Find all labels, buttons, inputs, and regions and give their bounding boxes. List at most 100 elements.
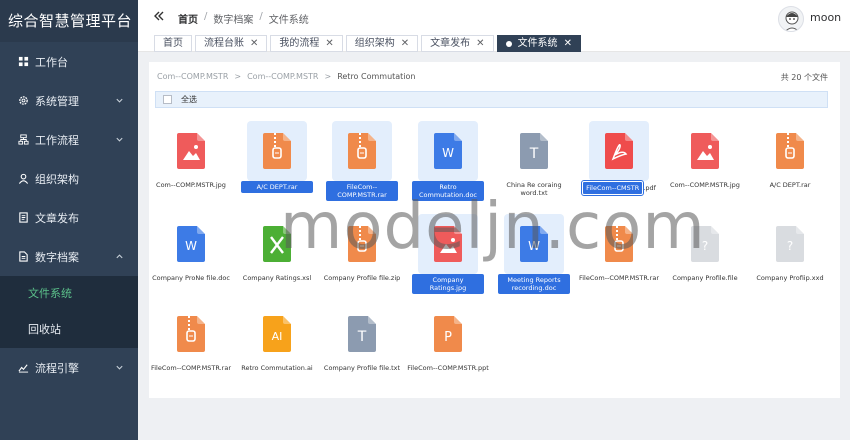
close-icon[interactable]: ✕	[401, 36, 409, 51]
sidebar-item-label: 工作台	[35, 55, 68, 69]
sidebar-item[interactable]: 数字档案	[0, 237, 138, 276]
file-name: Com--COMP.MSTR.jpg	[149, 181, 233, 189]
tab-tag[interactable]: 组织架构 ✕	[345, 35, 419, 52]
file-count: 共 20 个文件	[780, 73, 828, 82]
file-name-text: Meeting Reports recording.doc	[498, 274, 570, 294]
sidebar-subitem[interactable]: 回收站	[0, 312, 138, 348]
file-item[interactable]: ? Company Profiip.xxd	[748, 214, 832, 304]
file-name-text: Company Ratings.xsl	[242, 274, 312, 282]
file-name-text: Com--COMP.MSTR.jpg	[156, 181, 226, 189]
image-file-icon	[675, 121, 735, 181]
tab-tag[interactable]: 首页	[154, 35, 192, 52]
gear-icon	[17, 95, 29, 107]
tab-tag-label: 我的流程	[279, 38, 320, 49]
text-file-icon: T	[332, 304, 392, 364]
breadcrumb-filesystem: 文件系统	[268, 15, 309, 26]
tab-tag[interactable]: 我的流程 ✕	[270, 35, 343, 52]
file-item[interactable]: FileCom--COMP.MSTR.rar	[577, 214, 661, 304]
username[interactable]: moon	[810, 11, 841, 24]
file-item[interactable]: A/C DEPT.rar	[748, 121, 832, 211]
archive-file-icon	[760, 121, 820, 181]
close-icon[interactable]: ✕	[564, 36, 572, 51]
sidebar-item[interactable]: 工作台	[0, 42, 138, 81]
chevron-down-icon	[116, 137, 123, 142]
file-name-text: Company Profiip.xxd	[756, 274, 824, 282]
tab-tag-label: 首页	[163, 38, 183, 49]
sidebar-item[interactable]: 流程引擎	[0, 348, 138, 387]
sidebar-item[interactable]: 组织架构	[0, 159, 138, 198]
rename-input[interactable]: FileCom--CMSTR	[581, 180, 645, 196]
file-item[interactable]: Company Ratings.xsl	[235, 214, 319, 304]
sidebar-item[interactable]: 系统管理	[0, 81, 138, 120]
ai-file-icon: AI	[247, 304, 307, 364]
word-file-icon: W	[161, 214, 221, 274]
archive-file-icon	[589, 214, 649, 274]
file-item[interactable]: FileCom--COMP.MSTR.rar	[320, 121, 404, 211]
excel-file-icon	[247, 214, 307, 274]
sidebar-item[interactable]: 文章发布	[0, 198, 138, 237]
file-item[interactable]: W Retro Commutation.doc	[406, 121, 490, 211]
workflow-icon	[17, 134, 29, 146]
engine-icon	[17, 362, 29, 374]
file-item[interactable]: Com--COMP.MSTR.jpg	[149, 121, 233, 211]
file-name: Retro Commutation.doc	[406, 181, 490, 201]
breadcrumb-archive[interactable]: 数字档案	[213, 11, 253, 26]
file-name-text: FileCom--COMP.MSTR.rar	[326, 181, 398, 201]
chevron-up-icon	[116, 254, 123, 259]
breadcrumb: 首页 / 数字档案 / 文件系统	[178, 11, 309, 26]
file-item[interactable]: T Company Profile file.txt	[320, 304, 404, 394]
file-item[interactable]: FileCom--COMP.MSTR.rar	[149, 304, 233, 394]
close-icon[interactable]: ✕	[325, 36, 333, 51]
document-icon	[17, 212, 29, 224]
path-segment[interactable]: Com--COMP.MSTR	[157, 72, 228, 81]
file-name-text: Company Ratings.jpg	[412, 274, 484, 294]
unknown-file-icon: ?	[675, 214, 735, 274]
file-item[interactable]: Com--COMP.MSTR.jpg	[663, 121, 747, 211]
breadcrumb-home[interactable]: 首页	[178, 11, 198, 26]
word-file-icon: W	[418, 121, 478, 181]
file-name-text: Company Profile.file	[672, 274, 738, 282]
file-item[interactable]: A/C DEPT.rar	[235, 121, 319, 211]
archive-file-icon	[332, 214, 392, 274]
unknown-file-icon: ?	[760, 214, 820, 274]
file-item[interactable]: FileCom--CMSTR .pdf	[577, 121, 661, 211]
file-item[interactable]: Company Ratings.jpg	[406, 214, 490, 304]
sidebar-subitem[interactable]: 文件系统	[0, 276, 138, 312]
sidebar-item[interactable]: 工作流程	[0, 120, 138, 159]
file-name[interactable]: FileCom--CMSTR .pdf	[577, 180, 661, 196]
tab-tag-label: 文章发布	[430, 38, 471, 49]
file-item[interactable]: AI Retro Commutation.ai	[235, 304, 319, 394]
file-name: Company Profiip.xxd	[748, 274, 832, 282]
file-name: Company Ratings.jpg	[406, 274, 490, 294]
tab-tag[interactable]: 文件系统 ✕	[496, 35, 581, 52]
file-item[interactable]: W Company ProNe file.doc	[149, 214, 233, 304]
file-item[interactable]: T China Re coraing word.txt	[492, 121, 576, 211]
image-file-icon	[161, 121, 221, 181]
close-icon[interactable]: ✕	[250, 36, 258, 51]
svg-text:AI: AI	[272, 330, 283, 343]
file-name: FileCom--COMP.MSTR.rar	[149, 364, 233, 372]
path-segment[interactable]: Com--COMP.MSTR	[247, 72, 318, 81]
sidebar-item-label: 文章发布	[35, 211, 79, 225]
app-title: 综合智慧管理平台	[0, 0, 138, 42]
collapse-sidebar-icon[interactable]	[153, 10, 165, 22]
archive-file-icon	[332, 121, 392, 181]
sidebar-item-label: 系统管理	[35, 94, 79, 108]
select-all-checkbox[interactable]	[163, 95, 172, 104]
file-item[interactable]: ? Company Profile.file	[663, 214, 747, 304]
file-item[interactable]: Company Profile file.zip	[320, 214, 404, 304]
file-item[interactable]: P FileCom--COMP.MSTR.ppt	[406, 304, 490, 394]
file-name: Company Profile file.zip	[320, 274, 404, 282]
tab-tag[interactable]: 流程台账 ✕	[195, 35, 268, 52]
file-name-text: A/C DEPT.rar	[769, 181, 811, 189]
file-item[interactable]: W Meeting Reports recording.doc	[492, 214, 576, 304]
close-icon[interactable]: ✕	[476, 36, 484, 51]
avatar[interactable]	[778, 6, 804, 32]
path-separator: >	[324, 72, 332, 81]
file-name-text: Retro Commutation.doc	[412, 181, 484, 201]
tab-tag[interactable]: 文章发布 ✕	[421, 35, 494, 52]
select-all-bar[interactable]: 全选	[155, 91, 828, 108]
tab-tag-label: 文件系统	[517, 38, 558, 49]
chevron-down-icon	[116, 365, 123, 370]
sidebar-item-label: 数字档案	[35, 250, 79, 264]
